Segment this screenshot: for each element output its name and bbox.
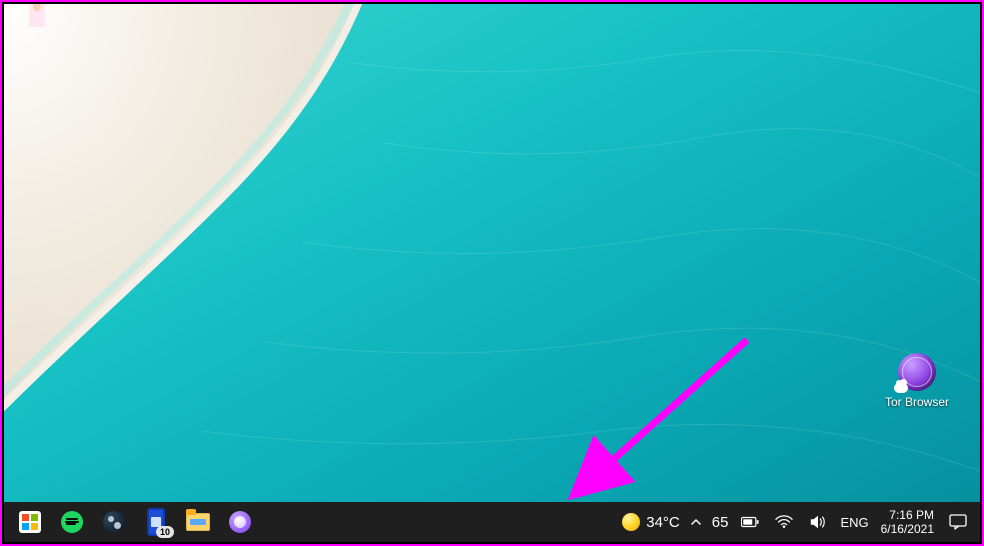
battery-button[interactable]: [738, 510, 762, 534]
desktop-screen: Tor Browser 10: [0, 0, 984, 546]
clock-time: 7:16 PM: [889, 508, 934, 522]
volume-button[interactable]: [806, 510, 830, 534]
tor-browser-icon: [898, 353, 936, 391]
action-center-button[interactable]: [946, 510, 970, 534]
spotify-icon: [61, 511, 83, 533]
purple-app-button[interactable]: [228, 510, 252, 534]
store-icon: [19, 511, 41, 533]
wifi-icon: [775, 513, 793, 531]
tray-overflow-button[interactable]: [690, 516, 702, 528]
weather-temperature: 34°C: [646, 514, 680, 531]
wifi-button[interactable]: [772, 510, 796, 534]
your-phone-badge: 10: [156, 526, 174, 538]
desktop-wallpaper: [4, 4, 980, 542]
weather-widget[interactable]: 34°C: [622, 513, 680, 531]
system-tray: 34°C 65: [622, 508, 980, 536]
file-explorer-icon: [186, 513, 210, 531]
clock-date: 6/16/2021: [881, 522, 934, 536]
chevron-up-icon: [690, 516, 702, 528]
tray-count[interactable]: 65: [712, 514, 729, 531]
speaker-icon: [809, 513, 827, 531]
notifications-icon: [949, 513, 967, 531]
taskbar-pinned-apps: 10: [4, 510, 252, 534]
cloud-sync-badge-icon: [894, 383, 908, 393]
tor-browser-shortcut[interactable]: Tor Browser: [878, 353, 956, 409]
clock-button[interactable]: 7:16 PM 6/16/2021: [879, 508, 936, 536]
steam-icon: [103, 511, 125, 533]
taskbar: 10 34°C 65: [4, 502, 980, 542]
file-explorer-button[interactable]: [186, 510, 210, 534]
steam-button[interactable]: [102, 510, 126, 534]
ime-indicator[interactable]: ENG: [840, 515, 868, 530]
desktop-icon-label: Tor Browser: [878, 395, 956, 409]
sunny-icon: [622, 513, 640, 531]
battery-icon: [741, 513, 759, 531]
microsoft-store-button[interactable]: [18, 510, 42, 534]
spotify-button[interactable]: [60, 510, 84, 534]
your-phone-button[interactable]: 10: [144, 510, 168, 534]
purple-circle-icon: [229, 511, 251, 533]
